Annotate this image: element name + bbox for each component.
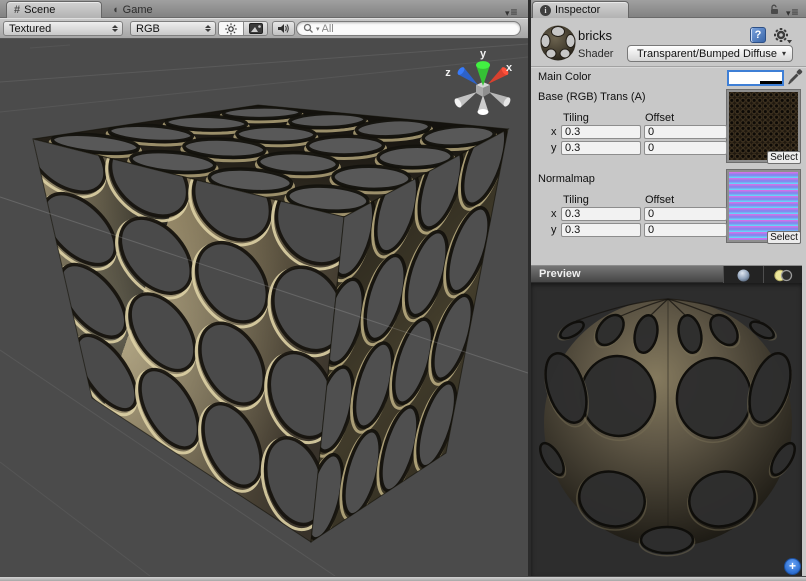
lighting-icon bbox=[773, 269, 793, 282]
normal-tiling-label: Tiling bbox=[563, 194, 589, 206]
unity-editor-window: # Scene ◖ Game ▾≡ Textured RGB bbox=[0, 0, 806, 581]
base-select-button[interactable]: Select bbox=[767, 151, 801, 164]
scene-panel-menu-icon[interactable]: ▾≡ bbox=[505, 5, 519, 19]
preview-lighting-button[interactable] bbox=[763, 266, 803, 284]
search-scope-caret-icon: ▾ bbox=[316, 25, 320, 33]
scene-toolbar: Textured RGB bbox=[0, 18, 528, 39]
tab-scene[interactable]: # Scene bbox=[6, 1, 102, 18]
scene-grid-icon: # bbox=[14, 4, 20, 16]
shader-label: Shader bbox=[578, 48, 613, 60]
sphere-icon bbox=[737, 269, 750, 282]
inspector-panel: i Inspector ▾≡ bbox=[531, 0, 806, 576]
color-mode-value: RGB bbox=[136, 23, 160, 35]
base-map-label: Base (RGB) Trans (A) bbox=[538, 91, 646, 103]
normal-offset-x-field[interactable] bbox=[644, 207, 727, 221]
normalmap-select-button[interactable]: Select bbox=[767, 231, 801, 244]
textured-cube[interactable] bbox=[0, 105, 528, 555]
tab-inspector-label: Inspector bbox=[555, 4, 600, 16]
image-icon bbox=[249, 23, 263, 34]
gizmo-x-label[interactable]: x bbox=[506, 62, 513, 74]
render-mode-value: Textured bbox=[9, 23, 51, 35]
skybox-toggle-button[interactable] bbox=[243, 22, 267, 35]
tab-game-label: Game bbox=[123, 4, 153, 16]
gizmo-z-label[interactable]: z bbox=[445, 67, 451, 79]
base-tiling-label: Tiling bbox=[563, 112, 589, 124]
preview-sphere[interactable] bbox=[536, 299, 800, 556]
scene-canvas[interactable]: y x z bbox=[0, 39, 528, 576]
scene-search-field[interactable]: ▾ bbox=[296, 21, 521, 36]
separator bbox=[531, 66, 806, 67]
material-name: bricks bbox=[578, 28, 612, 43]
scene-viewport[interactable]: y x z bbox=[0, 39, 528, 576]
preview-shape-button[interactable] bbox=[723, 266, 763, 284]
tab-game[interactable]: ◖ Game bbox=[112, 2, 153, 18]
main-color-swatch[interactable] bbox=[727, 70, 784, 86]
base-offset-x-field[interactable] bbox=[644, 125, 727, 139]
stepper-arrows-icon bbox=[112, 25, 118, 32]
inspector-panel-menu-icon[interactable]: ▾≡ bbox=[786, 5, 800, 19]
normal-tiling-y-field[interactable] bbox=[561, 223, 641, 237]
audio-toggle-button[interactable] bbox=[272, 21, 295, 36]
scene-view-toggles bbox=[218, 21, 268, 36]
game-pacman-icon: ◖ bbox=[112, 4, 119, 16]
speaker-icon bbox=[277, 23, 290, 34]
preview-canvas[interactable] bbox=[531, 283, 802, 576]
info-icon: i bbox=[540, 5, 551, 16]
dropdown-caret-icon: ▾ bbox=[782, 49, 786, 58]
base-tiling-x-field[interactable] bbox=[561, 125, 641, 139]
preview-header[interactable]: Preview bbox=[531, 265, 802, 283]
search-icon bbox=[303, 23, 314, 34]
base-offset-label: Offset bbox=[645, 112, 674, 124]
normal-y-label: y bbox=[551, 224, 557, 236]
normalmap-label: Normalmap bbox=[538, 173, 595, 185]
normal-tiling-x-field[interactable] bbox=[561, 207, 641, 221]
tab-scene-label: Scene bbox=[24, 4, 55, 16]
main-color-label: Main Color bbox=[538, 71, 591, 83]
base-tiling-y-field[interactable] bbox=[561, 141, 641, 155]
preview-panel: Preview bbox=[531, 265, 802, 576]
lighting-toggle-button[interactable] bbox=[219, 22, 243, 35]
orientation-gizmo[interactable] bbox=[453, 61, 512, 115]
alpha-bar bbox=[729, 81, 782, 84]
render-mode-dropdown[interactable]: Textured bbox=[3, 21, 123, 36]
gear-icon[interactable] bbox=[773, 27, 792, 44]
search-input[interactable] bbox=[322, 23, 492, 35]
shader-dropdown[interactable]: Transparent/Bumped Diffuse ▾ bbox=[627, 45, 793, 62]
material-ball-icon bbox=[539, 24, 577, 62]
scene-panel: # Scene ◖ Game ▾≡ Textured RGB bbox=[0, 0, 528, 576]
tab-inspector[interactable]: i Inspector bbox=[532, 1, 629, 18]
color-mode-dropdown[interactable]: RGB bbox=[130, 21, 216, 36]
stepper-arrows-icon bbox=[205, 25, 211, 32]
base-y-label: y bbox=[551, 142, 557, 154]
base-x-label: x bbox=[551, 126, 557, 138]
shader-value: Transparent/Bumped Diffuse bbox=[637, 48, 777, 60]
lock-icon[interactable] bbox=[769, 4, 780, 15]
sun-icon bbox=[225, 23, 237, 35]
normal-x-label: x bbox=[551, 208, 557, 220]
normal-offset-y-field[interactable] bbox=[644, 223, 727, 237]
preview-title: Preview bbox=[539, 268, 581, 280]
preview-viewport[interactable]: + bbox=[531, 283, 802, 576]
inspector-tabstrip: i Inspector ▾≡ bbox=[531, 0, 806, 18]
normal-offset-label: Offset bbox=[645, 194, 674, 206]
help-icon[interactable]: ? bbox=[750, 27, 766, 43]
zoom-plus-button[interactable]: + bbox=[784, 558, 801, 575]
gizmo-y-label[interactable]: y bbox=[480, 48, 487, 60]
scene-tabstrip: # Scene ◖ Game ▾≡ bbox=[0, 0, 528, 18]
eyedropper-icon[interactable] bbox=[788, 69, 803, 86]
status-bar bbox=[0, 576, 806, 581]
base-offset-y-field[interactable] bbox=[644, 141, 727, 155]
